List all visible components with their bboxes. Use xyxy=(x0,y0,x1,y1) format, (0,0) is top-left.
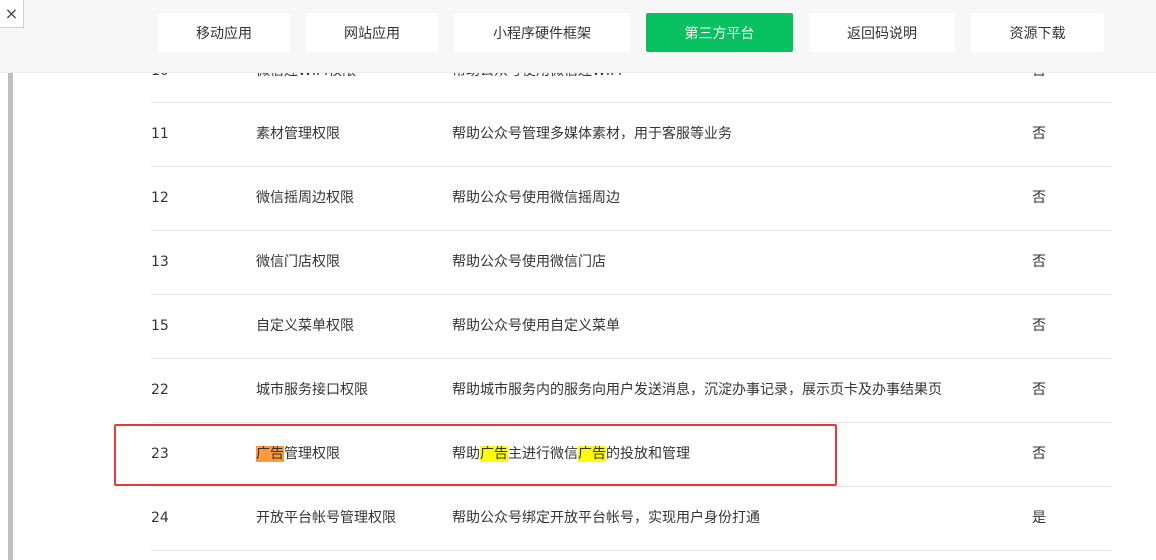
row-id: 11 xyxy=(151,126,169,142)
table-row: 15 自定义菜单权限 帮助公众号使用自定义菜单 否 xyxy=(151,295,1111,359)
table-row: 22 城市服务接口权限 帮助城市服务内的服务向用户发送消息，沉淀办事记录，展示页… xyxy=(151,359,1111,423)
row-name: 自定义菜单权限 xyxy=(256,318,354,334)
row-desc: 帮助公众号管理多媒体素材，用于客服等业务 xyxy=(452,126,732,142)
nav-mobile-app[interactable]: 移动应用 xyxy=(158,13,290,52)
row-desc: 帮助公众号使用微信门店 xyxy=(452,254,606,270)
row-flag: 是 xyxy=(1032,510,1046,526)
row-id: 24 xyxy=(151,510,169,526)
row-name: 城市服务接口权限 xyxy=(256,382,368,398)
row-id: 23 xyxy=(151,446,169,462)
close-icon[interactable]: × xyxy=(0,0,24,28)
row-desc: 帮助广告主进行微信广告的投放和管理 xyxy=(452,423,690,486)
row-desc-part: 帮助 xyxy=(452,446,480,462)
row-flag: 否 xyxy=(1032,254,1046,270)
table-row: 24 开放平台帐号管理权限 帮助公众号绑定开放平台帐号，实现用户身份打通 是 xyxy=(151,487,1111,551)
nav-return-codes[interactable]: 返回码说明 xyxy=(809,13,955,52)
row-flag: 否 xyxy=(1032,126,1046,142)
row-flag: 否 xyxy=(1032,318,1046,334)
table-row: 11 素材管理权限 帮助公众号管理多媒体素材，用于客服等业务 否 xyxy=(151,103,1111,167)
row-desc: 帮助城市服务内的服务向用户发送消息，沉淀办事记录，展示页卡及办事结果页 xyxy=(452,382,942,398)
table-row: 12 微信摇周边权限 帮助公众号使用微信摇周边 否 xyxy=(151,167,1111,231)
row-name-rest: 管理权限 xyxy=(284,446,340,462)
nav-third-party-platform[interactable]: 第三方平台 xyxy=(646,13,793,52)
row-desc: 帮助公众号使用自定义菜单 xyxy=(452,318,620,334)
permissions-table: 10 微信连WIFI权限 帮助公众号使用微信连WIFI 否 11 素材管理权限 … xyxy=(151,40,1111,551)
left-scroll-strip xyxy=(8,72,13,560)
search-highlight: 广告 xyxy=(256,446,284,462)
row-id: 15 xyxy=(151,318,169,334)
top-nav-bar: × 移动应用 网站应用 小程序硬件框架 第三方平台 返回码说明 资源下载 xyxy=(0,0,1156,73)
row-flag: 否 xyxy=(1032,382,1046,398)
nav-miniprogram-hardware[interactable]: 小程序硬件框架 xyxy=(454,13,630,52)
row-id: 12 xyxy=(151,190,169,206)
row-id: 13 xyxy=(151,254,169,270)
row-name: 开放平台帐号管理权限 xyxy=(256,510,396,526)
row-desc: 帮助公众号绑定开放平台帐号，实现用户身份打通 xyxy=(452,510,760,526)
row-name: 广告管理权限 xyxy=(256,423,340,486)
row-flag: 否 xyxy=(1032,190,1046,206)
table-row: 13 微信门店权限 帮助公众号使用微信门店 否 xyxy=(151,231,1111,295)
search-highlight: 广告 xyxy=(480,446,508,462)
row-desc-part: 主进行微信 xyxy=(508,446,578,462)
row-name: 微信摇周边权限 xyxy=(256,190,354,206)
nav-resource-download[interactable]: 资源下载 xyxy=(971,13,1104,52)
row-name: 素材管理权限 xyxy=(256,126,340,142)
row-id: 22 xyxy=(151,382,169,398)
row-desc: 帮助公众号使用微信摇周边 xyxy=(452,190,620,206)
nav-website-app[interactable]: 网站应用 xyxy=(306,13,438,52)
row-name: 微信门店权限 xyxy=(256,254,340,270)
search-highlight: 广告 xyxy=(578,446,606,462)
table-row-highlighted: 23 广告管理权限 帮助广告主进行微信广告的投放和管理 否 xyxy=(151,423,1111,487)
row-flag: 否 xyxy=(1032,446,1046,462)
row-desc-part: 的投放和管理 xyxy=(606,446,690,462)
